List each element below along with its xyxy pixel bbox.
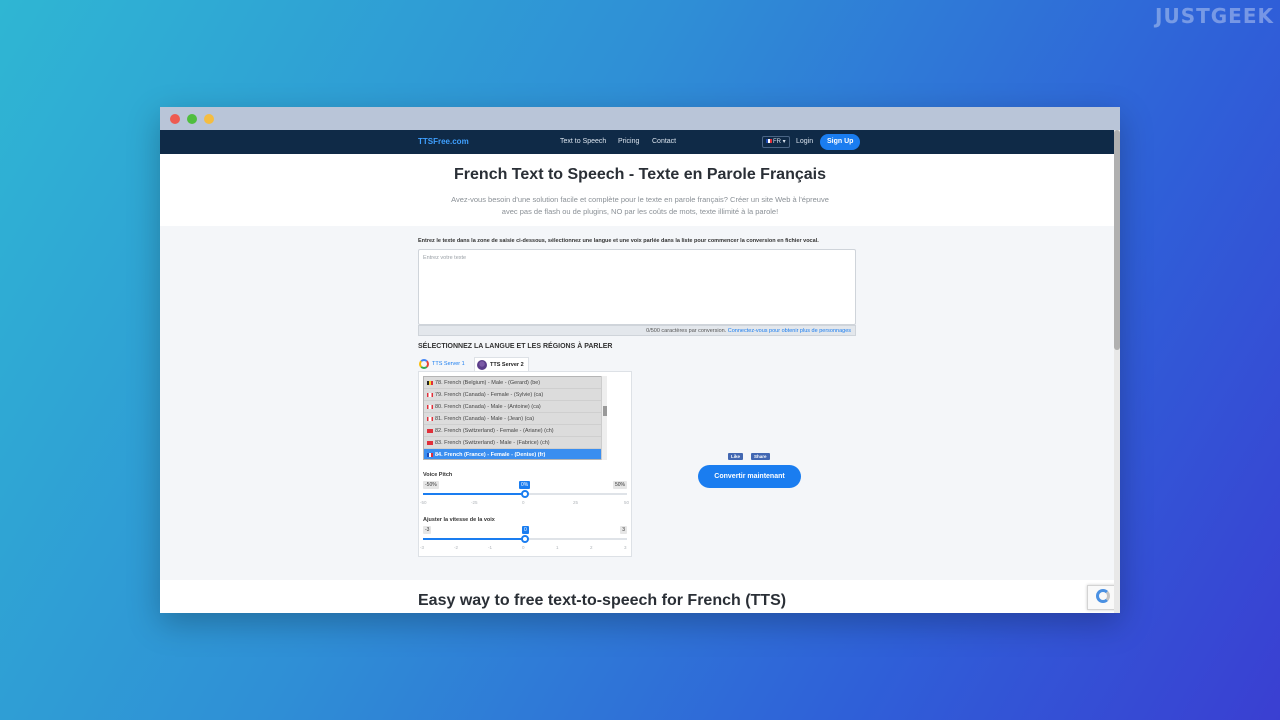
voice-list[interactable]: 78. French (Belgium) - Male - (Gerard) (… [423, 376, 607, 460]
tick-label: -1 [488, 545, 493, 550]
facebook-like-button[interactable]: Like [728, 453, 744, 460]
nav-link-text-to-speech[interactable]: Text to Speech [560, 138, 606, 145]
tick-label: 50 [624, 500, 630, 505]
tab-label: TTS Server 1 [432, 361, 465, 367]
voice-option[interactable]: 81. French (Canada) - Male - (Jean) (ca) [424, 413, 606, 425]
page-scroll-thumb[interactable] [1114, 130, 1120, 350]
browser-window: TTSFree.com Text to Speech Pricing Conta… [160, 107, 1120, 613]
voice-option-label: 78. French (Belgium) - Male - (Gerard) (… [435, 380, 541, 386]
voice-options-panel: 78. French (Belgium) - Male - (Gerard) (… [418, 371, 632, 557]
speed-slider-handle[interactable] [521, 535, 529, 543]
voice-list-scrollbar[interactable] [601, 376, 607, 460]
voice-option[interactable]: 80. French (Canada) - Male - (Antoine) (… [424, 401, 606, 413]
voice-option[interactable]: 84. French (France) - Female - (Denise) … [424, 449, 606, 459]
voice-option[interactable]: 83. French (Switzerland) - Male - (Fabri… [424, 437, 606, 449]
instructions-text: Entrez le texte dans la zone de saisie c… [418, 238, 819, 244]
tick-label: -3 [420, 545, 425, 550]
speed-min-badge: -3 [423, 526, 432, 534]
pitch-max-badge: 50% [612, 481, 627, 489]
maximize-window-dot[interactable] [187, 114, 197, 124]
pitch-min-badge: -50% [423, 481, 439, 489]
char-count-bar: 0/500 caractères par conversion. Connect… [418, 325, 856, 336]
scroll-thumb[interactable] [603, 406, 607, 416]
flag-ca-icon [427, 416, 433, 421]
top-navbar: TTSFree.com Text to Speech Pricing Conta… [160, 130, 1120, 154]
speed-max-badge: 3 [620, 526, 627, 534]
tab-label: TTS Server 2 [490, 362, 524, 368]
nav-link-pricing[interactable]: Pricing [618, 138, 639, 145]
france-flag-icon [766, 139, 772, 144]
text-input[interactable]: Entrez votre texte [418, 249, 856, 325]
google-icon [419, 359, 429, 369]
voice-option-label: 79. French (Canada) - Female - (Sylvie) … [435, 392, 544, 398]
recaptcha-icon [1096, 589, 1110, 603]
flag-ch-icon [427, 428, 433, 433]
voice-option[interactable]: 79. French (Canada) - Female - (Sylvie) … [424, 389, 606, 401]
tab-tts-server-1[interactable]: TTS Server 1 [418, 357, 465, 371]
tick-label: 2 [590, 545, 593, 550]
page-title: French Text to Speech - Texte en Parole … [454, 166, 826, 183]
tick-label: -50 [420, 500, 427, 505]
sign-up-button[interactable]: Sign Up [820, 134, 861, 150]
pitch-value-badge: 0% [519, 481, 531, 489]
watermark-logo: JUSTGEEK [1155, 4, 1274, 28]
voice-option-label: 80. French (Canada) - Male - (Antoine) (… [435, 404, 541, 410]
flag-ch-icon [427, 440, 433, 445]
login-link[interactable]: Login [796, 138, 813, 145]
language-section-title: SÉLECTIONNEZ LA LANGUE ET LES RÉGIONS À … [418, 343, 613, 350]
page-subtitle: Avez-vous besoin d'une solution facile e… [451, 195, 829, 216]
pitch-slider-handle[interactable] [521, 490, 529, 498]
speed-value-badge: 0 [522, 526, 529, 534]
server-2-icon [477, 360, 487, 370]
tick-label: 25 [573, 500, 579, 505]
nav-link-contact[interactable]: Contact [652, 138, 676, 145]
speed-label: Ajuster la vitesse de la voix [423, 517, 495, 523]
pitch-label: Voice Pitch [423, 472, 453, 478]
speed-slider-fill [423, 538, 525, 540]
window-titlebar [160, 107, 1120, 130]
section-heading: Easy way to free text-to-speech for Fren… [418, 592, 787, 609]
pitch-slider-fill [423, 493, 525, 495]
tick-label: 3 [624, 545, 627, 550]
tick-label: -2 [454, 545, 459, 550]
close-window-dot[interactable] [170, 114, 180, 124]
voice-option-label: 82. French (Switzerland) - Female - (Ari… [435, 428, 554, 434]
hero-section: French Text to Speech - Texte en Parole … [160, 154, 1120, 226]
bottom-section: Easy way to free text-to-speech for Fren… [160, 580, 1114, 613]
voice-option-label: 81. French (Canada) - Male - (Jean) (ca) [435, 416, 535, 422]
convert-now-button[interactable]: Convertir maintenant [698, 465, 801, 488]
voice-option[interactable]: 82. French (Switzerland) - Female - (Ari… [424, 425, 606, 437]
tick-label: 1 [556, 545, 559, 550]
voice-option-label: 84. French (France) - Female - (Denise) … [435, 452, 546, 458]
flag-ca-icon [427, 404, 433, 409]
language-code: FR [773, 139, 781, 145]
converter-section: Entrez le texte dans la zone de saisie c… [160, 226, 1114, 580]
char-count-text: 0/500 caractères par conversion. [646, 328, 727, 334]
minimize-window-dot[interactable] [204, 114, 214, 124]
login-more-chars-link[interactable]: Connectez-vous pour obtenir plus de pers… [728, 328, 851, 334]
flag-ca-icon [427, 392, 433, 397]
tick-label: 0 [522, 500, 525, 505]
tick-label: -25 [471, 500, 478, 505]
tab-tts-server-2[interactable]: TTS Server 2 [474, 357, 529, 371]
text-input-placeholder: Entrez votre texte [423, 255, 467, 261]
facebook-share-button[interactable]: Share [751, 453, 770, 460]
voice-option-label: 83. French (Switzerland) - Male - (Fabri… [435, 440, 550, 446]
flag-fr-icon [427, 452, 433, 457]
flag-be-icon [427, 380, 433, 385]
brand-logo[interactable]: TTSFree.com [418, 137, 469, 146]
language-selector[interactable]: FR ▾ [762, 136, 790, 148]
tick-label: 0 [522, 545, 525, 550]
voice-option[interactable]: 78. French (Belgium) - Male - (Gerard) (… [424, 377, 606, 389]
